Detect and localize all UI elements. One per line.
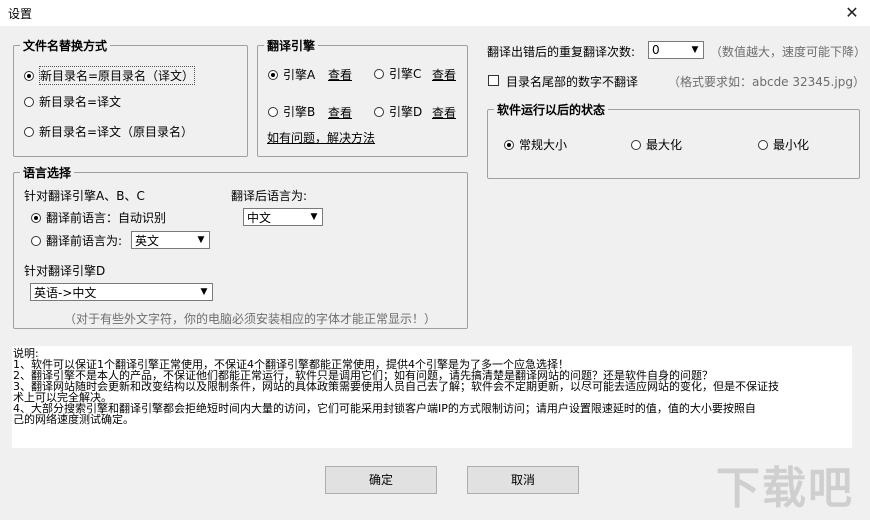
ok-button[interactable]: 确定 xyxy=(325,466,437,494)
rename-option-1[interactable]: 新目录名=原目录名（译文） xyxy=(24,66,196,85)
run-state-minimized[interactable]: 最小化 xyxy=(758,136,809,153)
engine-abc-label: 针对翻译引擎A、B、C xyxy=(24,189,145,203)
target-language-select[interactable]: 中文 ▼ xyxy=(243,208,323,226)
engine-c-label: 引擎C xyxy=(389,67,422,81)
notes-box: 说明: 1、软件可以保证1个翻译引擎正常使用，不保证4个翻译引擎都能正常使用，提… xyxy=(12,346,852,448)
settings-dialog: 设置 ✕ 文件名替换方式 新目录名=原目录名（译文） 新目录名=译文 新目录名=… xyxy=(0,0,870,520)
trailing-digits-checkbox[interactable] xyxy=(488,75,499,86)
notes-line: 3、翻译网站随时会更新和改变结构以及限制条件，网站的具体政策需要使用人员自己去了… xyxy=(13,380,779,393)
auto-detect-label: 翻译前语言：自动识别 xyxy=(46,211,167,225)
rename-mode-group: 文件名替换方式 新目录名=原目录名（译文） 新目录名=译文 新目录名=译文（原目… xyxy=(13,37,248,157)
language-group: 语言选择 针对翻译引擎A、B、C 翻译前语言：自动识别 翻译前语言为: 英文 ▼… xyxy=(13,164,468,329)
run-state-minimized-label: 最小化 xyxy=(773,138,810,152)
radio-selected-icon xyxy=(504,139,514,150)
retry-count-value: 0 xyxy=(652,43,660,57)
engine-d-view-link[interactable]: 查看 xyxy=(432,104,456,121)
notes-line: 4、大部分搜索引擎和翻译引擎都会拒绝短时间内大量的访问，它们可能采用封锁客户端I… xyxy=(13,402,756,415)
target-language-value: 中文 xyxy=(247,210,272,225)
engine-a-label: 引擎A xyxy=(283,68,316,82)
run-state-normal-label: 常规大小 xyxy=(519,138,568,152)
rename-mode-legend: 文件名替换方式 xyxy=(20,37,111,54)
source-language-radio[interactable]: 翻译前语言为: xyxy=(31,232,122,249)
engine-d-lang-label: 针对翻译引擎D xyxy=(24,264,106,278)
radio-selected-icon xyxy=(268,69,278,80)
run-state-legend: 软件运行以后的状态 xyxy=(494,101,609,118)
source-language-select[interactable]: 英文 ▼ xyxy=(131,231,210,249)
dropdown-arrow-icon: ▼ xyxy=(310,212,318,222)
source-language-value: 英文 xyxy=(135,233,160,248)
retry-count-select[interactable]: 0 ▼ xyxy=(648,41,704,59)
dropdown-arrow-icon: ▼ xyxy=(200,287,208,297)
engine-c-radio[interactable]: 引擎C xyxy=(374,65,421,82)
rename-option-1-label: 新目录名=原目录名（译文） xyxy=(39,66,196,85)
engine-d-label: 引擎D xyxy=(389,105,423,119)
radio-icon xyxy=(24,126,34,137)
watermark-logo: 下载吧 xyxy=(716,463,854,514)
engine-d-language-value: 英语->中文 xyxy=(34,285,97,300)
auto-detect-radio[interactable]: 翻译前语言：自动识别 xyxy=(31,209,166,226)
help-link[interactable]: 如有问题，解决方法 xyxy=(267,129,375,146)
retry-count-hint: （数值越大，速度可能下降） xyxy=(710,45,867,59)
radio-icon xyxy=(268,106,278,117)
source-language-label: 翻译前语言为: xyxy=(46,234,123,248)
engine-a-radio[interactable]: 引擎A xyxy=(268,66,315,83)
dropdown-arrow-icon: ▼ xyxy=(197,235,205,245)
radio-icon xyxy=(758,139,768,150)
retry-count-label: 翻译出错后的重复翻译次数: xyxy=(487,45,636,59)
radio-icon xyxy=(374,106,384,117)
engine-group: 翻译引擎 引擎A 查看 引擎C 查看 引擎B 查看 引擎D 查看 如有问题，解决… xyxy=(257,37,468,157)
run-state-maximized-label: 最大化 xyxy=(646,138,683,152)
radio-icon xyxy=(31,235,41,246)
engine-c-view-link[interactable]: 查看 xyxy=(432,66,456,83)
dropdown-arrow-icon: ▼ xyxy=(691,45,699,55)
notes-line: 己的网络速度测试确定。 xyxy=(13,413,134,426)
run-state-maximized[interactable]: 最大化 xyxy=(631,136,682,153)
run-state-normal[interactable]: 常规大小 xyxy=(504,136,567,153)
language-legend: 语言选择 xyxy=(20,164,75,181)
rename-option-2-label: 新目录名=译文 xyxy=(39,95,122,109)
rename-option-3[interactable]: 新目录名=译文（原目录名） xyxy=(24,123,193,140)
trailing-digits-hint: （格式要求如：abcde 32345.jpg） xyxy=(668,75,865,89)
engine-b-view-link[interactable]: 查看 xyxy=(328,104,352,121)
cancel-button[interactable]: 取消 xyxy=(467,466,579,494)
radio-icon xyxy=(374,68,384,79)
engine-b-radio[interactable]: 引擎B xyxy=(268,103,315,120)
engine-b-label: 引擎B xyxy=(283,105,316,119)
trailing-digits-label: 目录名尾部的数字不翻译 xyxy=(506,75,639,89)
radio-selected-icon xyxy=(24,70,34,81)
radio-icon xyxy=(24,96,34,107)
radio-selected-icon xyxy=(31,212,41,223)
engine-d-language-select[interactable]: 英语->中文 ▼ xyxy=(30,283,213,301)
title-bar: 设置 ✕ xyxy=(0,0,870,26)
target-language-label: 翻译后语言为: xyxy=(231,189,308,203)
engine-a-view-link[interactable]: 查看 xyxy=(328,66,352,83)
rename-option-2[interactable]: 新目录名=译文 xyxy=(24,93,121,110)
close-icon[interactable]: ✕ xyxy=(842,3,862,23)
engine-d-radio[interactable]: 引擎D xyxy=(374,103,422,120)
window-title: 设置 xyxy=(8,7,33,21)
font-note: （对于有些外文字符，你的电脑必须安装相应的字体才能正常显示！） xyxy=(64,312,437,326)
radio-icon xyxy=(631,139,641,150)
engine-legend: 翻译引擎 xyxy=(264,37,319,54)
rename-option-3-label: 新目录名=译文（原目录名） xyxy=(39,125,194,139)
run-state-group: 软件运行以后的状态 常规大小 最大化 最小化 xyxy=(487,101,860,179)
